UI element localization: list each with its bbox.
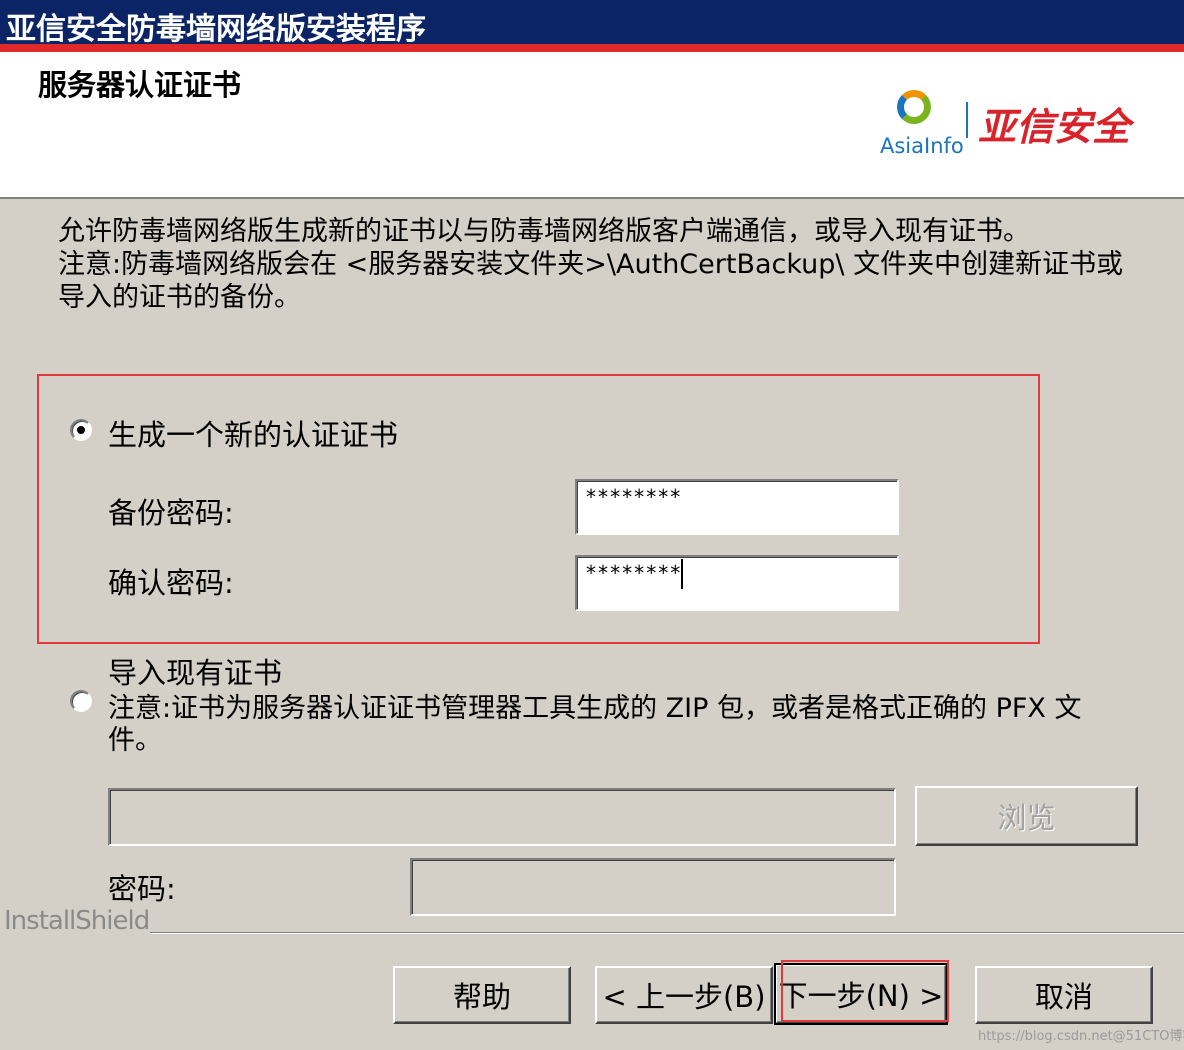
import-cert-radio[interactable] <box>70 690 92 712</box>
logo-cn-text: 亚信安全 <box>978 105 1131 149</box>
import-password-label: 密码: <box>108 872 176 906</box>
generate-cert-radio[interactable] <box>70 419 92 441</box>
import-password-input[interactable] <box>410 858 896 916</box>
generate-cert-label: 生成一个新的认证证书 <box>108 418 399 452</box>
next-button-highlight <box>781 960 949 1022</box>
title-accent-stripe <box>0 44 1184 52</box>
back-button[interactable]: < 上一步(B) <box>595 966 773 1024</box>
description-line-2: 注意:防毒墙网络版会在 <服务器安装文件夹>\AuthCertBackup\ 文… <box>58 249 1124 280</box>
backup-password-value: ******** <box>585 485 682 509</box>
wizard-header: 服务器认证证书 AsiaInfo 亚信安全 <box>0 52 1184 199</box>
description-line-1: 允许防毒墙网络版生成新的证书以与防毒墙网络版客户端通信，或导入现有证书。 <box>58 216 1030 247</box>
asiainfo-logo-icon <box>897 90 931 124</box>
backup-password-label: 备份密码: <box>108 496 234 530</box>
radio-selected-dot <box>77 426 85 434</box>
import-note-line-1: 注意:证书为服务器认证证书管理器工具生成的 ZIP 包，或者是格式正确的 PFX… <box>108 693 1082 724</box>
help-button[interactable]: 帮助 <box>393 966 571 1024</box>
import-file-path-input[interactable] <box>108 788 896 846</box>
installshield-brand: InstallShield <box>4 906 150 936</box>
confirm-password-label: 确认密码: <box>108 566 234 600</box>
page-title: 服务器认证证书 <box>38 68 242 102</box>
import-note-line-2: 件。 <box>108 725 162 756</box>
text-caret <box>681 559 684 589</box>
confirm-password-field[interactable]: ******** <box>575 555 899 611</box>
browse-button[interactable]: 浏览 <box>915 786 1138 846</box>
description: 允许防毒墙网络版生成新的证书以与防毒墙网络版客户端通信，或导入现有证书。 注意:… <box>58 215 1158 314</box>
cancel-button[interactable]: 取消 <box>975 966 1153 1024</box>
backup-password-field[interactable]: ******** <box>575 479 899 535</box>
logo-text: AsiaInfo <box>880 134 964 158</box>
confirm-password-value: ******** <box>585 561 682 585</box>
window-title: 亚信安全防毒墙网络版安装程序 <box>6 12 426 47</box>
watermark: https://blog.csdn.net@51CTO博客 <box>978 1029 1184 1044</box>
title-bar: 亚信安全防毒墙网络版安装程序 <box>0 0 1184 47</box>
description-line-3: 导入的证书的备份。 <box>58 282 301 313</box>
logo-divider <box>966 102 968 138</box>
footer-divider <box>150 932 1184 934</box>
